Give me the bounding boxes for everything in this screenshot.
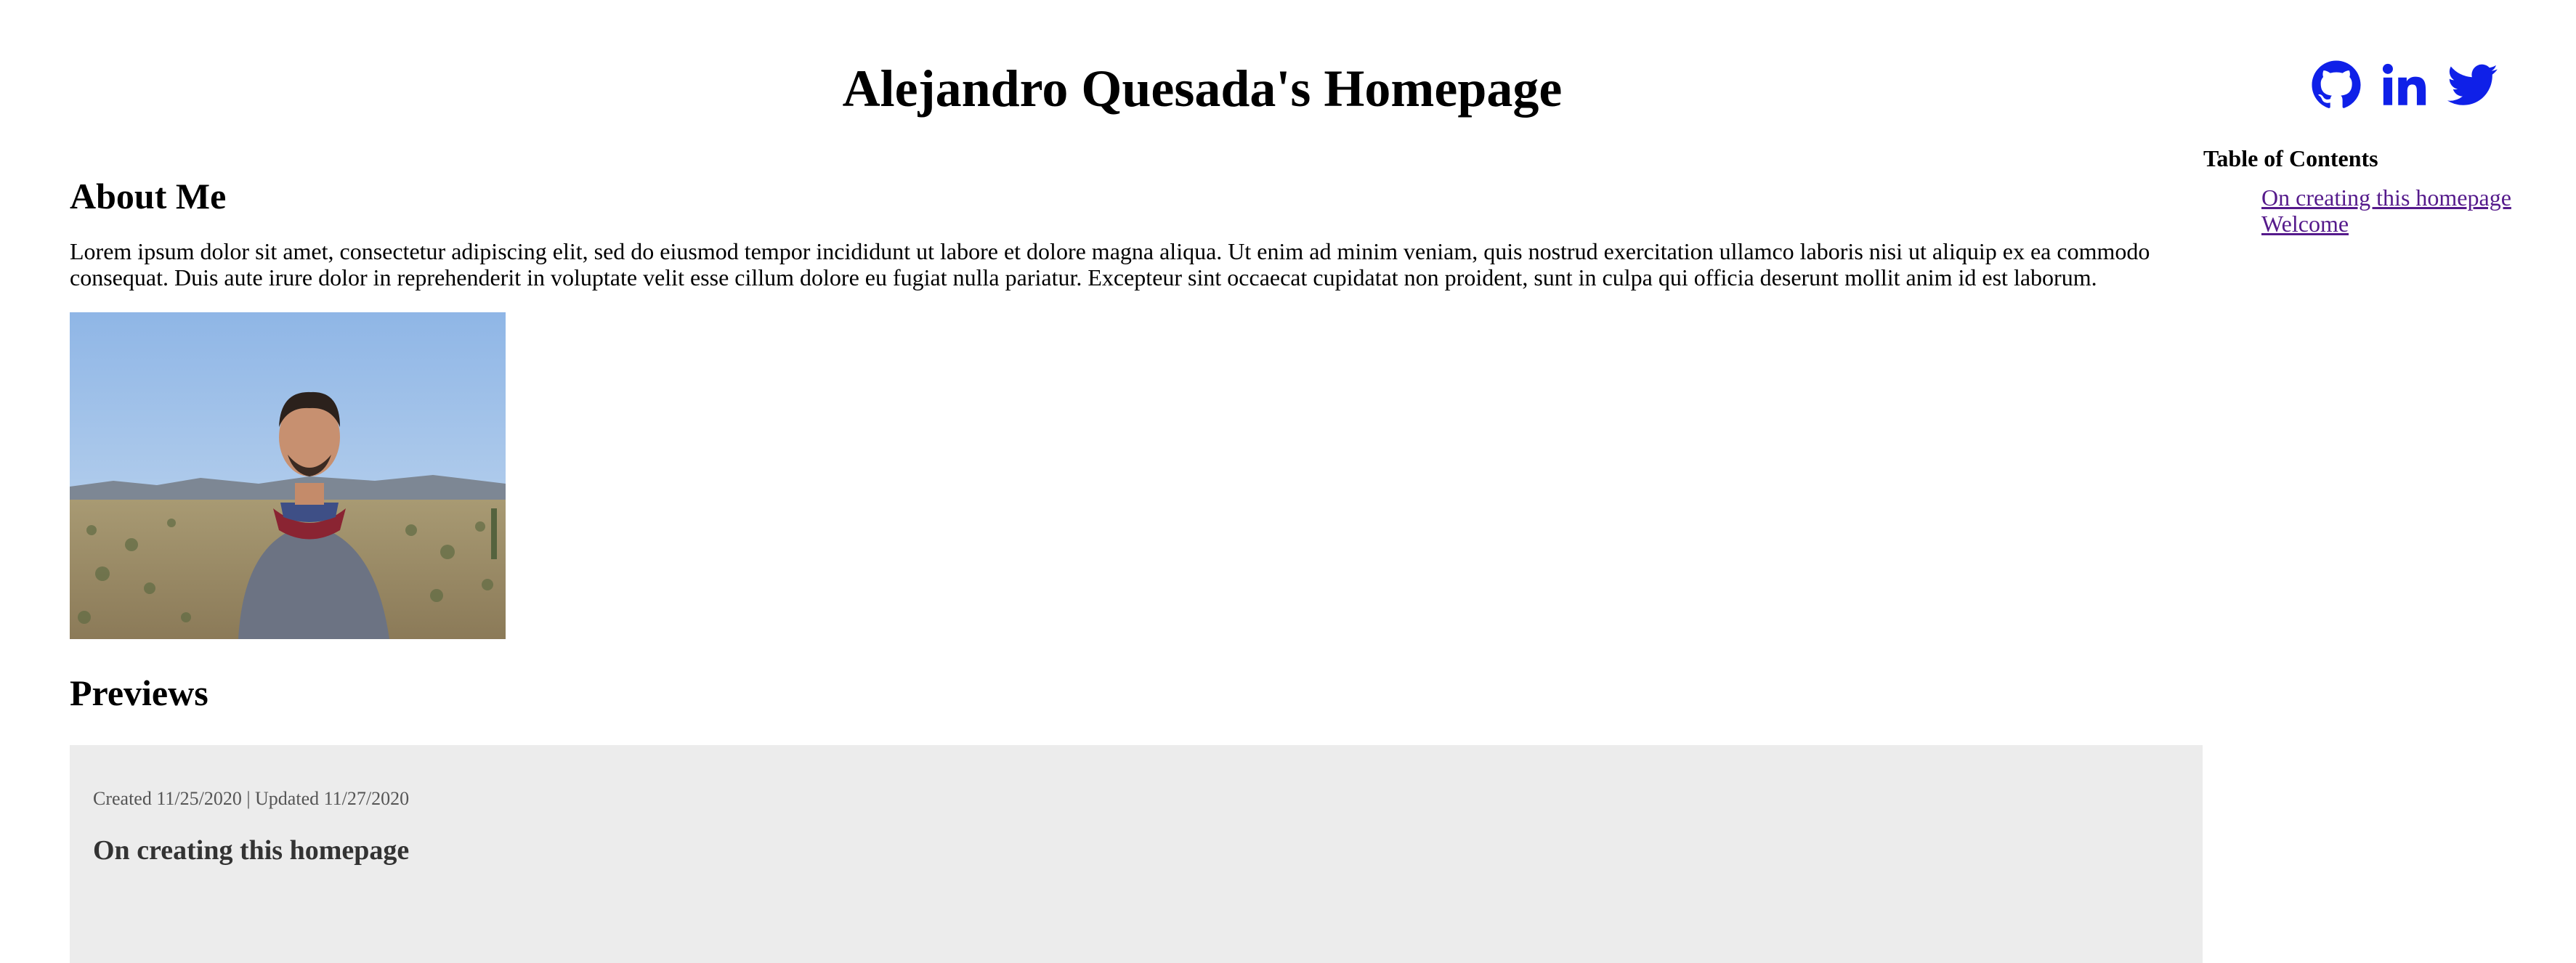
about-heading: About Me [70, 176, 227, 216]
toc-link[interactable]: Welcome [2261, 211, 2349, 237]
twitter-link[interactable] [2447, 60, 2499, 110]
social-links [2310, 60, 2506, 110]
toc-list: On creating this homepage Welcome [2203, 184, 2552, 237]
preview-meta: Created 11/25/2020 | Updated 11/27/2020 [93, 788, 410, 809]
github-icon [2312, 60, 2361, 108]
about-text: Lorem ipsum dolor sit amet, consectetur … [70, 238, 2150, 290]
toc-title: Table of Contents [2203, 145, 2378, 171]
toc-item: Welcome [2261, 211, 2552, 237]
twitter-icon [2447, 64, 2498, 105]
profile-photo [70, 312, 506, 639]
linkedin-link[interactable] [2378, 60, 2431, 110]
toc-item: On creating this homepage [2261, 184, 2552, 211]
preview-card[interactable]: Created 11/25/2020 | Updated 11/27/2020 … [70, 745, 2203, 963]
toc-link[interactable]: On creating this homepage [2261, 184, 2511, 211]
table-of-contents: Table of Contents On creating this homep… [2203, 142, 2552, 237]
previews-heading: Previews [70, 673, 208, 713]
preview-title[interactable]: On creating this homepage [93, 834, 2179, 867]
page-title: Alejandro Quesada's Homepage [842, 60, 1563, 118]
main-content: About Me Lorem ipsum dolor sit amet, con… [70, 171, 2203, 963]
linkedin-icon [2382, 63, 2426, 105]
github-link[interactable] [2310, 60, 2362, 110]
